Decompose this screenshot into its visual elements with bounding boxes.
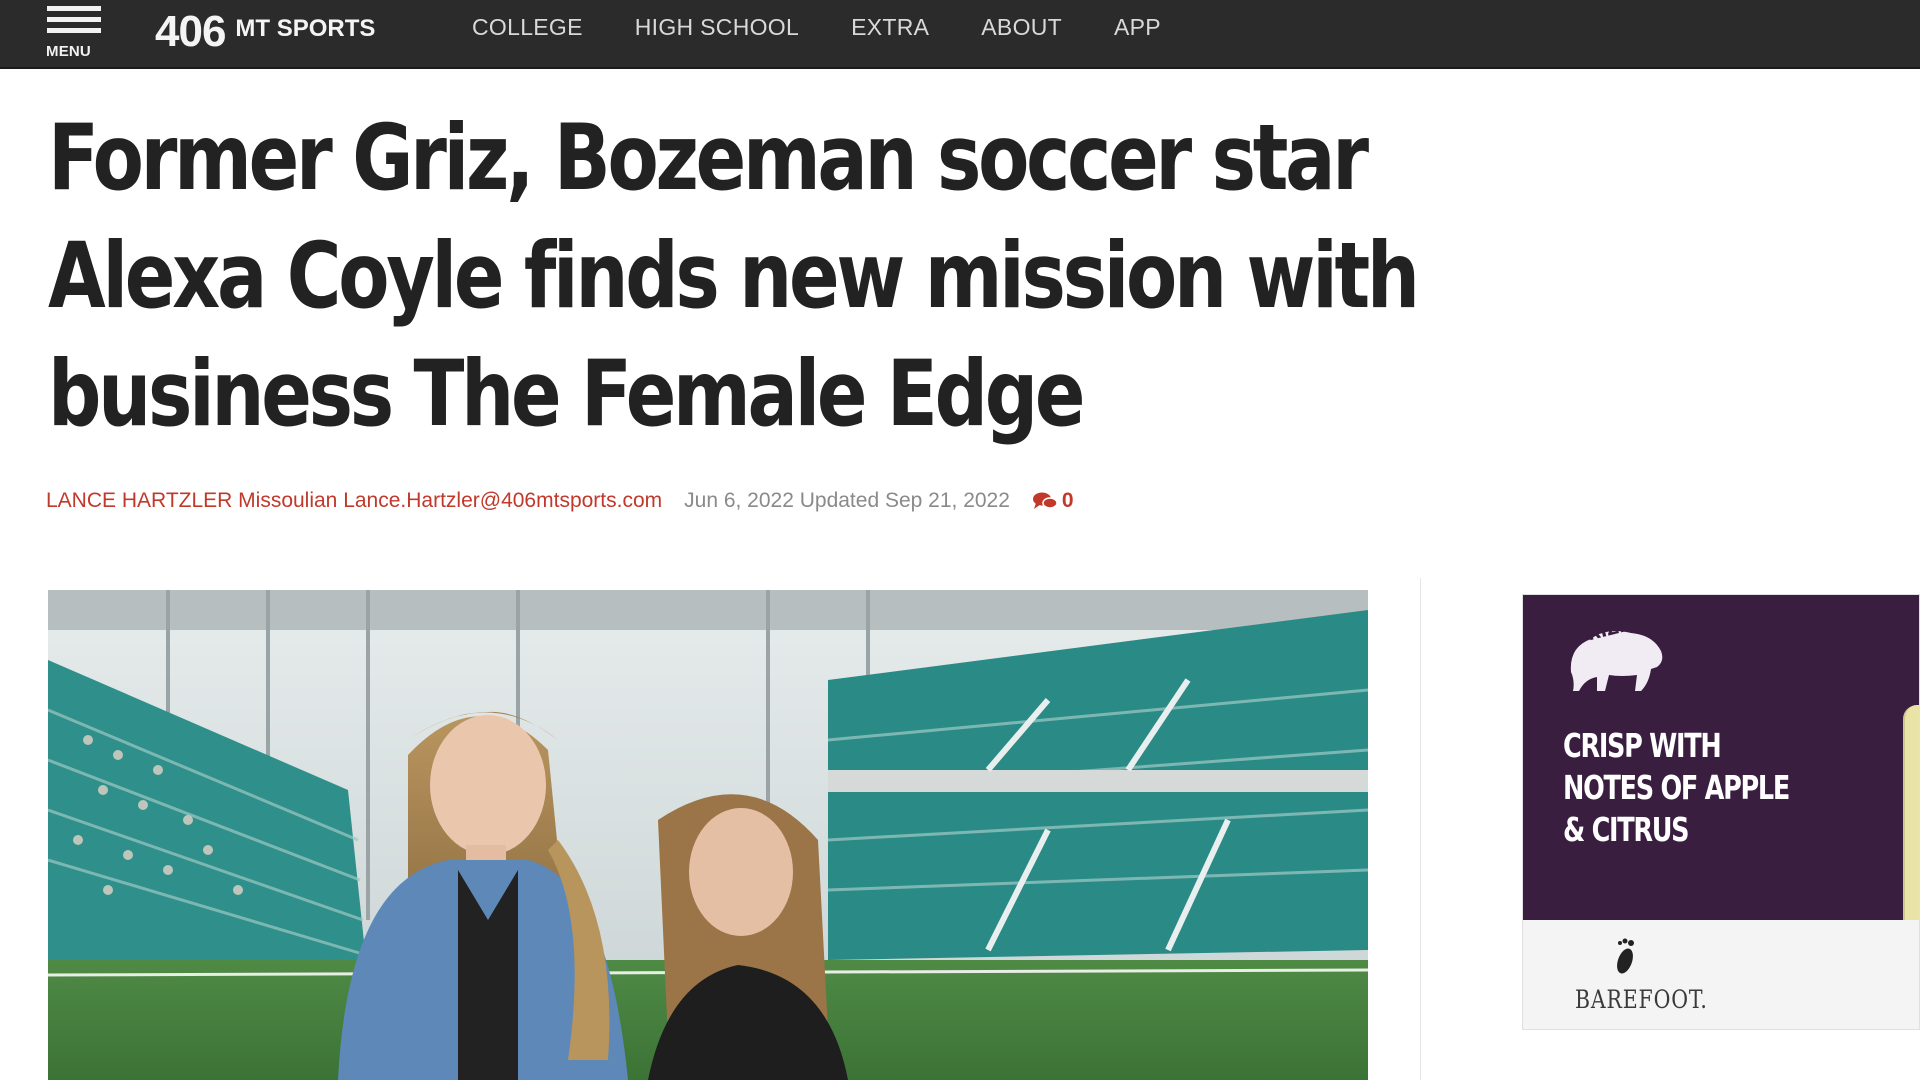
ad-copy: CRISP WITH NOTES OF APPLE & CITRUS [1563,725,1790,851]
article-headline: Former Griz, Bozeman soccer star Alexa C… [48,106,1420,447]
comment-count: 0 [1061,489,1074,512]
article-byline: LANCE HARTZLER Missoulian Lance.Hartzler… [46,489,1074,513]
nav-link-high-school[interactable]: HIGH SCHOOL [635,14,799,41]
article-photo[interactable] [48,590,1368,1080]
barefoot-foot-icon [1617,938,1634,974]
ad-copy-line: & CITRUS [1563,810,1690,849]
logo-number: 406 [155,7,226,56]
comments-link[interactable]: 0 [1032,489,1074,513]
primary-nav: COLLEGE HIGH SCHOOL EXTRA ABOUT APP [472,0,1213,54]
ad-sponsor-logo: BAREFOOT. [1575,985,1708,1014]
article-dates: Jun 6, 2022 Updated Sep 21, 2022 [684,489,1010,512]
nav-link-extra[interactable]: EXTRA [851,14,929,41]
ad-copy-line: NOTES OF APPLE [1563,768,1790,807]
author-link[interactable]: LANCE HARTZLER Missoulian Lance.Hartzler… [46,489,662,513]
comment-icon [1032,492,1058,509]
ad-copy-line: CRISP WITH [1563,726,1722,765]
logo-text: MT SPORTS [235,15,376,42]
column-divider [1420,578,1421,1080]
nav-link-about[interactable]: ABOUT [981,14,1062,41]
nav-link-college[interactable]: COLLEGE [472,14,583,41]
stadium-photo-image [48,590,1368,1080]
top-navigation-bar: MENU 406 MT SPORTS COLLEGE HIGH SCHOOL E… [0,0,1920,69]
site-logo[interactable]: 406 MT SPORTS [155,4,375,56]
menu-label: MENU [46,43,91,60]
menu-button[interactable]: MENU [44,6,106,62]
advertisement[interactable]: DRIZLY CRISP WITH NOTES OF APPLE & CITRU… [1522,594,1920,1030]
nav-link-app[interactable]: APP [1114,14,1161,41]
